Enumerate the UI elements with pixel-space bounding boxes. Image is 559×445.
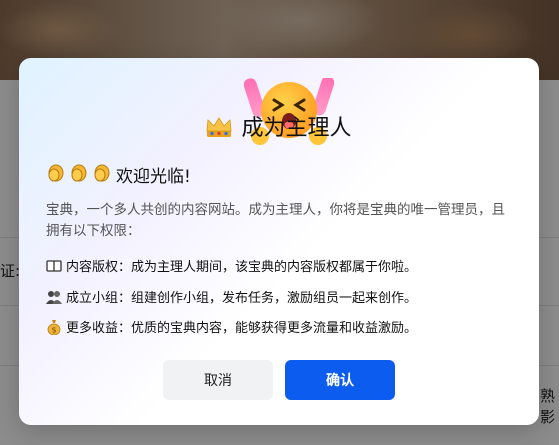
- welcome-row: 欢迎光临!: [46, 162, 191, 187]
- confirm-button[interactable]: 确认: [285, 360, 395, 400]
- dialog-description: 宝典，一个多人共创的内容网站。成为主理人，你将是宝典的唯一管理员，且拥有以下权限…: [46, 202, 505, 239]
- svg-text:$: $: [51, 325, 56, 334]
- money-bag-icon: $: [46, 319, 62, 335]
- permission-text: 更多收益：优质的宝典内容，能够获得更多流量和收益激励。: [66, 321, 418, 336]
- dialog-title-row: 成为主理人: [19, 110, 539, 144]
- dialog-title: 成为主理人: [241, 116, 352, 141]
- crown-icon: [206, 116, 232, 144]
- cancel-button[interactable]: 取消: [163, 360, 273, 400]
- permission-item-copyright: 内容版权：成为主理人期间，该宝典的内容版权都属于你啦。: [46, 256, 417, 275]
- permission-text: 内容版权：成为主理人期间，该宝典的内容版权都属于你啦。: [66, 260, 418, 275]
- book-icon: [46, 258, 62, 274]
- group-icon: [46, 289, 62, 305]
- welcome-text: 欢迎光临!: [116, 167, 191, 187]
- permission-text: 成立小组：组建创作小组，发布任务，激励组员一起来创作。: [66, 291, 418, 306]
- become-owner-dialog: 成为主理人 欢迎光临! 宝典，一个多人共创的内容网站。成为主理人，你将是宝典的唯…: [19, 58, 539, 425]
- permission-item-revenue: $ 更多收益：优质的宝典内容，能够获得更多流量和收益激励。: [46, 317, 417, 336]
- permission-item-group: 成立小组：组建创作小组，发布任务，激励组员一起来创作。: [46, 287, 417, 306]
- clapping-hands-icon: [46, 162, 114, 187]
